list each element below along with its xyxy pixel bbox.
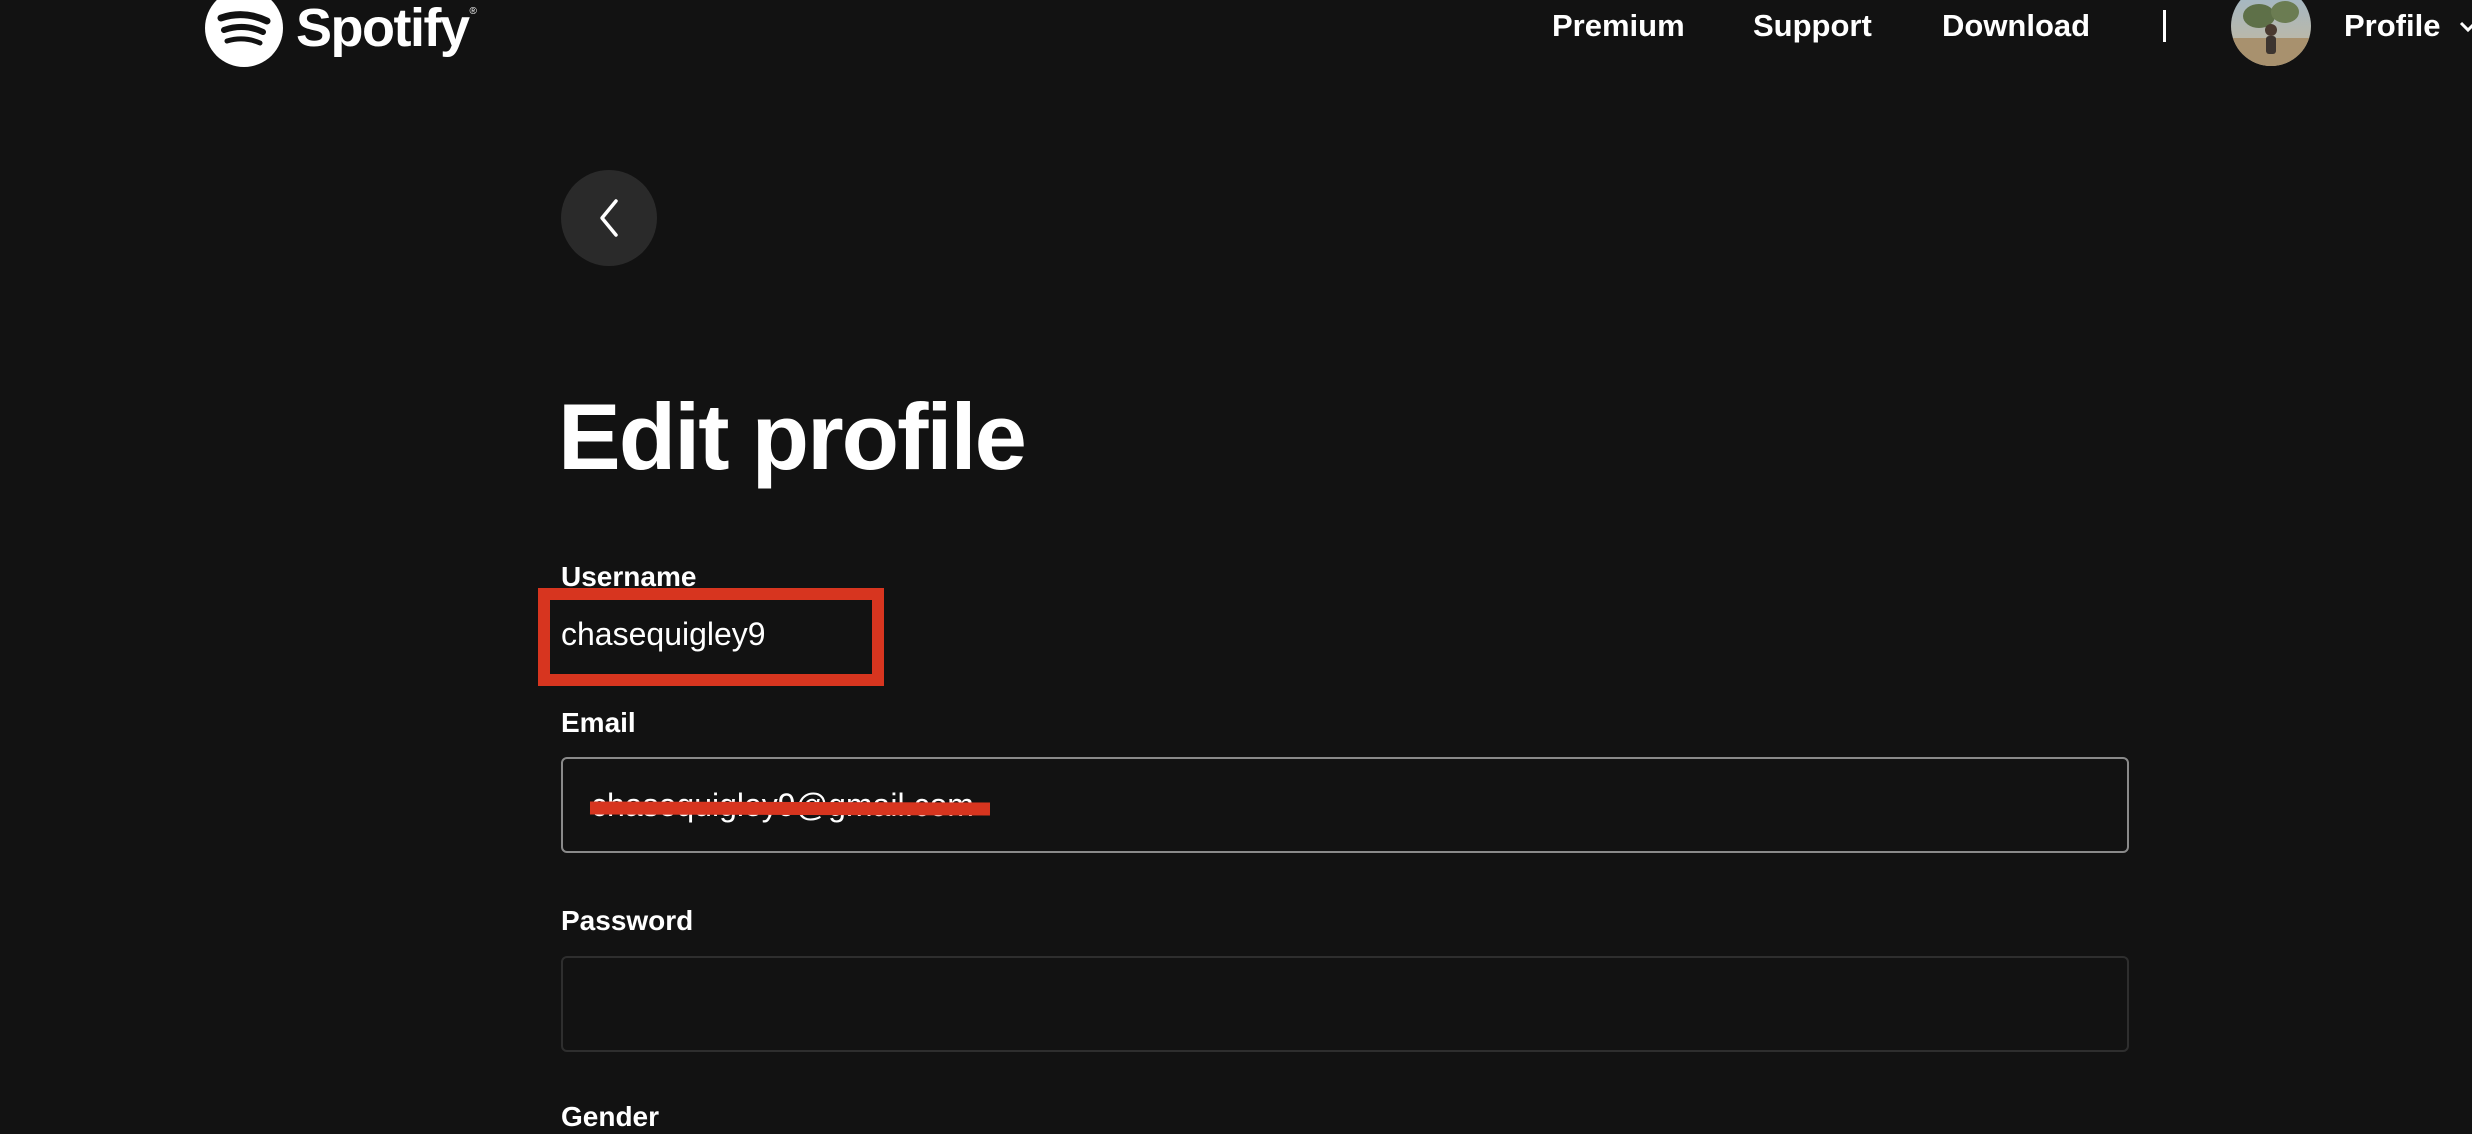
email-label: Email (561, 707, 636, 738)
spotify-icon (205, 0, 283, 67)
top-navigation: Spotify® Premium Support Download Profil… (0, 0, 2472, 70)
nav-link-profile[interactable]: Profile (2344, 8, 2440, 44)
back-button[interactable] (561, 170, 657, 266)
annotation-highlight-box (538, 588, 884, 686)
avatar-photo (2231, 0, 2311, 66)
nav-link-premium[interactable]: Premium (1552, 8, 1685, 44)
avatar[interactable] (2231, 0, 2311, 66)
gender-label: Gender (561, 1101, 660, 1132)
page-title: Edit profile (558, 384, 1027, 489)
redaction-strike (589, 801, 991, 816)
nav-link-download[interactable]: Download (1942, 8, 2090, 44)
password-label: Password (561, 905, 694, 936)
chevron-down-icon[interactable] (2458, 16, 2472, 36)
nav-link-support[interactable]: Support (1753, 8, 1872, 44)
chevron-left-icon (600, 199, 618, 237)
logo-wordmark: Spotify® (296, 0, 477, 58)
nav-divider (2163, 10, 2166, 42)
password-field[interactable] (561, 956, 2129, 1052)
spotify-logo[interactable]: Spotify® (204, 0, 477, 68)
